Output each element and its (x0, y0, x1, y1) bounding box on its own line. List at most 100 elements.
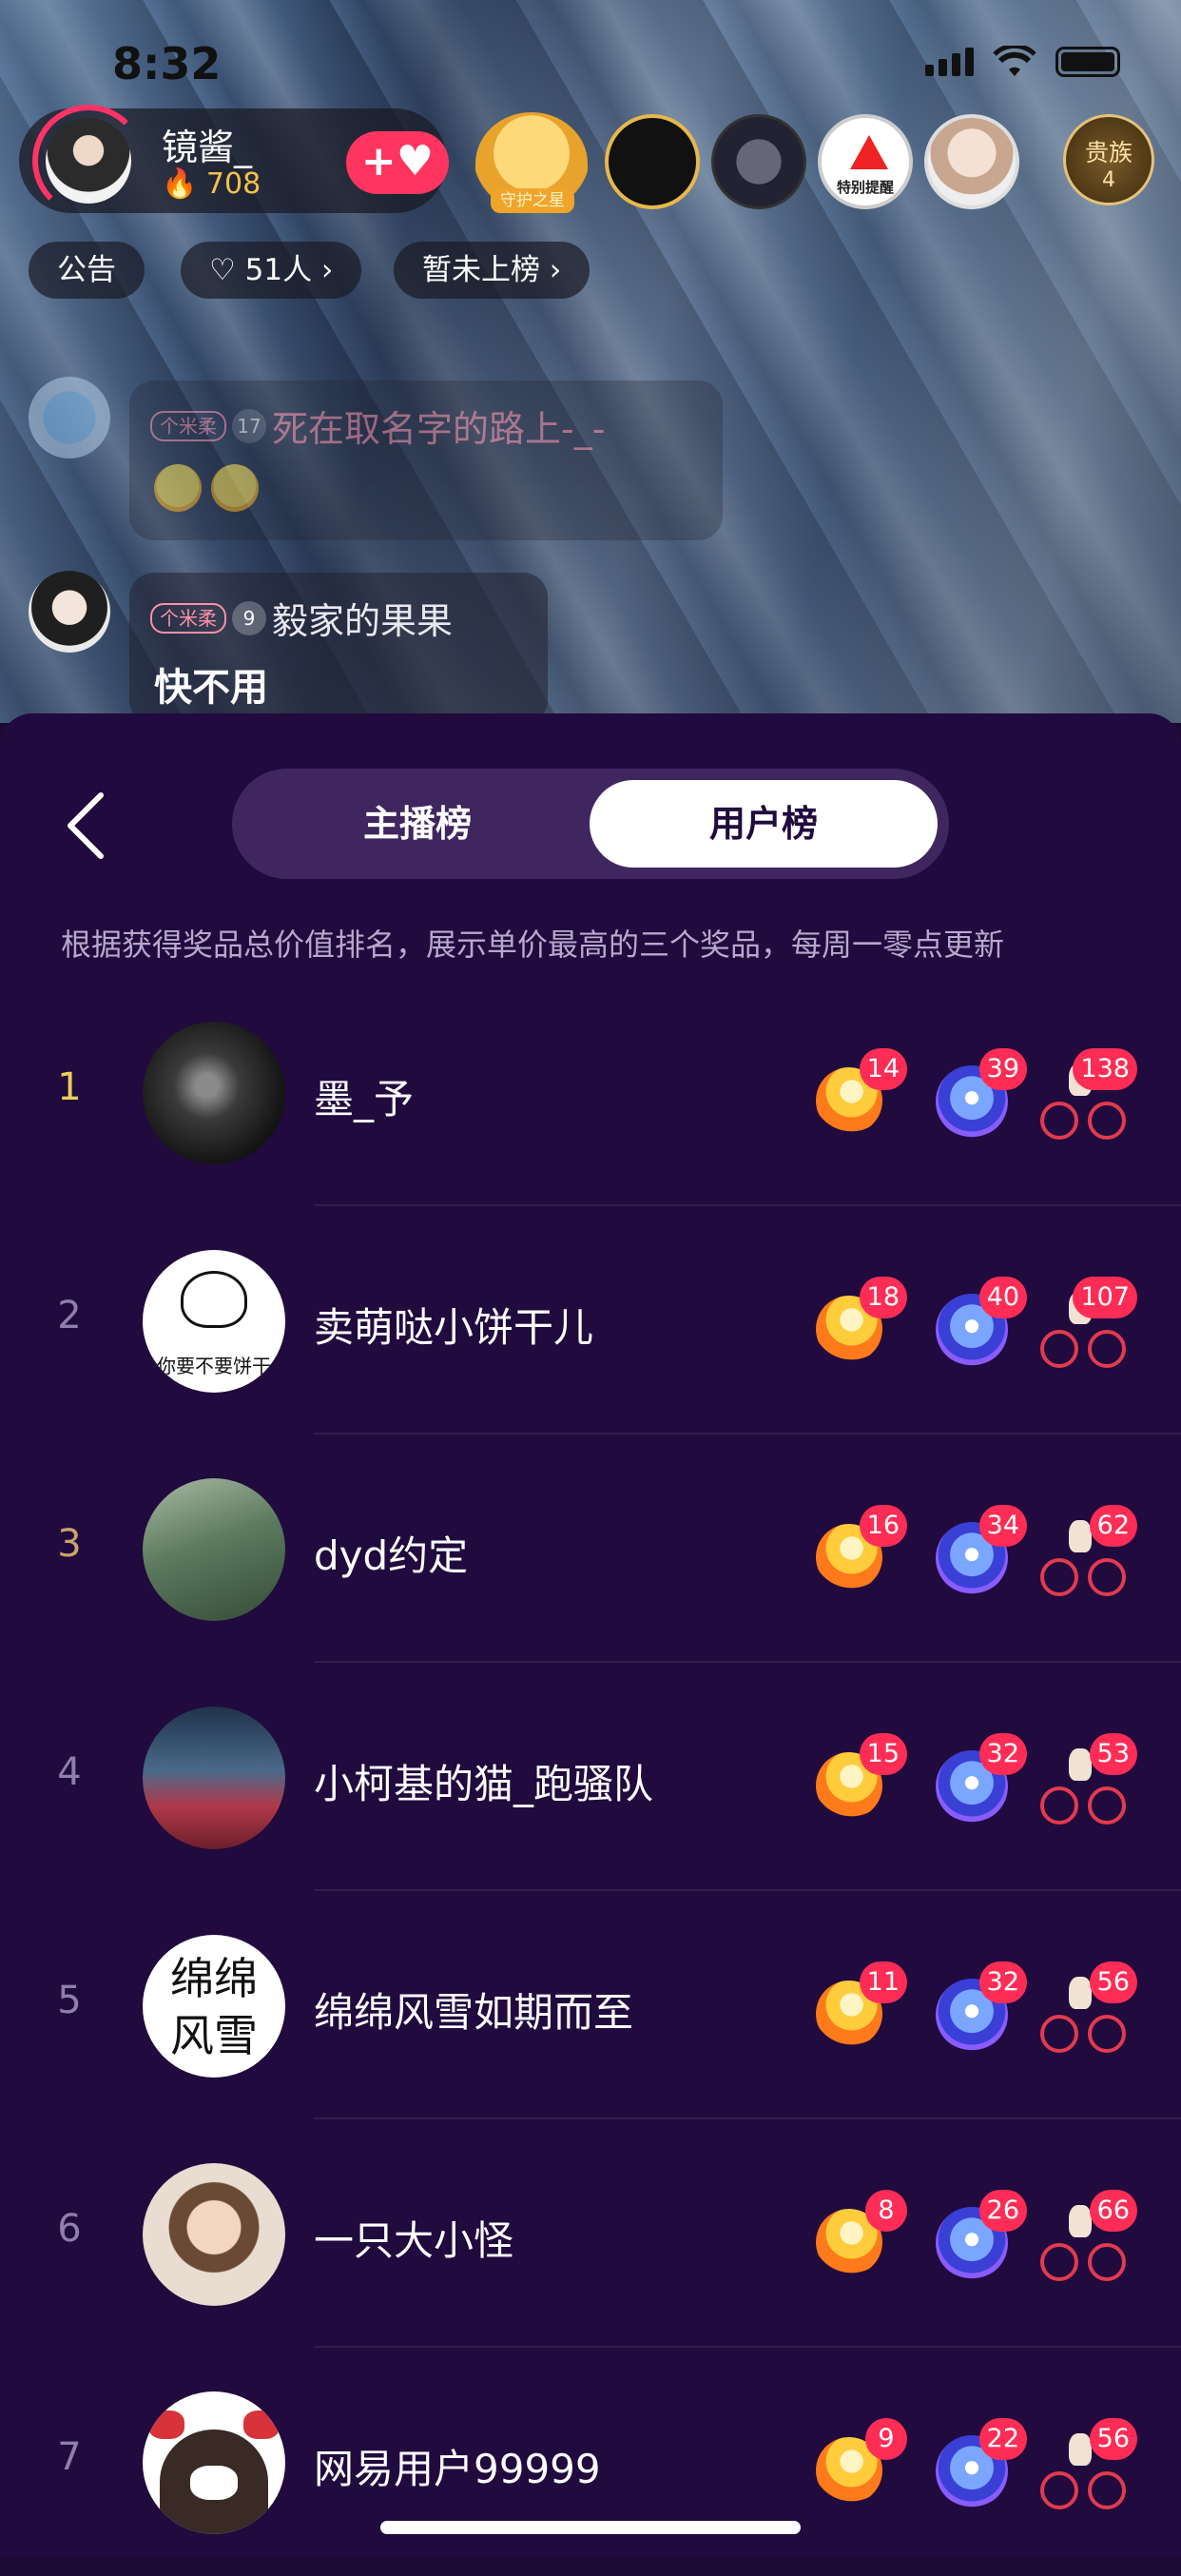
rank-number: 7 (57, 2435, 82, 2479)
gift-gem: 39 (930, 1048, 1027, 1143)
gift-count: 40 (978, 1277, 1027, 1318)
viewer-avatar-4[interactable] (924, 114, 1019, 209)
bike-icon (1040, 2205, 1126, 2281)
user-avatar[interactable] (143, 1022, 285, 1164)
rofl-emoji (211, 464, 259, 512)
user-name: 卖萌哒小饼干儿 (314, 1304, 594, 1351)
gift-rocket: 14 (803, 1048, 907, 1146)
host-avatar[interactable] (32, 105, 145, 217)
gift-rocket: 9 (803, 2418, 907, 2516)
gift-gem: 22 (930, 2418, 1027, 2513)
noble-count: 4 (1102, 168, 1115, 192)
gift-count: 138 (1073, 1048, 1137, 1090)
user-name: 网易用户99999 (314, 2446, 601, 2492)
user-avatar[interactable] (143, 2391, 285, 2534)
ranking-row[interactable]: 1 墨_予 14 39 138 (0, 978, 1181, 1206)
rank-number: 6 (57, 2207, 82, 2251)
host-info[interactable]: 镜酱_ 🔥 708 +♥ (19, 105, 449, 217)
home-indicator[interactable] (380, 2521, 801, 2534)
level-badge: 17 (232, 408, 266, 443)
gift-bike: 62 (1040, 1505, 1137, 1600)
gift-count: 16 (859, 1505, 907, 1547)
bike-icon (1040, 1064, 1126, 1140)
gift-bike: 66 (1040, 2190, 1137, 2285)
gift-rocket: 16 (803, 1505, 907, 1603)
gift-count: 56 (1089, 2418, 1137, 2460)
gift-bike: 56 (1040, 2418, 1137, 2513)
rank-status: 暂未上榜 (422, 253, 540, 287)
ranking-row[interactable]: 3 dyd约定 16 34 62 (0, 1434, 1181, 1663)
chat-avatar[interactable] (29, 571, 110, 653)
back-arrow-icon[interactable] (59, 788, 110, 864)
rank-number: 1 (57, 1065, 82, 1109)
user-name: 绵绵风雪如期而至 (314, 1989, 634, 2036)
user-name: dyd约定 (314, 1532, 469, 1579)
bike-icon (1040, 1977, 1126, 2053)
rank-chip[interactable]: 暂未上榜 › (394, 242, 590, 299)
ranking-row[interactable]: 4 小柯基的猫_跑骚队 15 32 53 (0, 1663, 1181, 1891)
ranking-description: 根据获得奖品总价值排名，展示单价最高的三个奖品，每周一零点更新 (61, 927, 1005, 963)
gift-count: 66 (1089, 2190, 1137, 2232)
warning-icon (850, 135, 888, 169)
leaderboard-tabs: 主播榜 用户榜 (232, 769, 949, 879)
avatar-caption: 绵绵风雪 (170, 1953, 258, 2061)
gift-gem: 32 (930, 1961, 1027, 2057)
gift-count: 26 (978, 2190, 1027, 2232)
flame-icon: 🔥 (162, 167, 198, 201)
viewer-avatar-1[interactable] (605, 114, 700, 209)
rank-number: 2 (57, 1294, 82, 1337)
plus-heart-icon: +♥ (360, 137, 435, 185)
viewer-avatar-3[interactable]: 特别提醒 (818, 114, 913, 209)
user-avatar[interactable]: 绵绵风雪 (143, 1935, 285, 2078)
user-name: 墨_予 (314, 1076, 415, 1122)
user-name: 小柯基的猫_跑骚队 (314, 1761, 654, 1807)
notice-chip[interactable]: 公告 (29, 242, 145, 299)
notice-label: 公告 (57, 253, 116, 287)
host-heat-value: 708 (205, 167, 261, 201)
gift-count: 11 (859, 1961, 907, 2003)
ranking-row[interactable]: 5 绵绵风雪 绵绵风雪如期而至 11 32 56 (0, 1891, 1181, 2119)
gift-count: 8 (865, 2190, 907, 2232)
user-avatar[interactable] (143, 1478, 285, 1621)
chevron-right-icon: › (320, 253, 334, 287)
fan-badge: 个米柔 (150, 602, 226, 634)
gift-count: 53 (1089, 1733, 1137, 1775)
bike-icon (1040, 1292, 1126, 1368)
chat-username[interactable]: 死在取名字的路上-_- (272, 408, 605, 450)
chat-message: 个米柔 17 死在取名字的路上-_- (129, 381, 723, 540)
user-avatar[interactable] (143, 1707, 285, 1849)
user-avatar[interactable] (143, 2163, 285, 2306)
status-bar: 8:32 (0, 34, 1181, 91)
heart-outline-icon: ♡ (209, 253, 236, 287)
chat-avatar[interactable] (29, 377, 110, 459)
gift-bike: 138 (1040, 1048, 1137, 1143)
noble-button[interactable]: 贵族 4 (1063, 114, 1154, 205)
chat-username[interactable]: 毅家的果果 (272, 600, 453, 642)
follow-button[interactable]: +♥ (346, 131, 449, 194)
ranking-row[interactable]: 2 你要不要饼干 卖萌哒小饼干儿 18 40 107 (0, 1206, 1181, 1434)
viewer-avatar-2[interactable] (711, 114, 806, 209)
tab-user-ranking[interactable]: 用户榜 (590, 780, 938, 868)
viewers-chip[interactable]: ♡ 51人 › (181, 242, 362, 299)
gift-count: 22 (978, 2418, 1027, 2460)
host-heat: 🔥 708 (162, 167, 261, 201)
signal-icon (925, 48, 974, 76)
gift-gem: 26 (930, 2190, 1027, 2285)
gift-rocket: 18 (803, 1277, 907, 1375)
avatar-caption: 你要不要饼干 (157, 1355, 271, 1377)
battery-icon (1055, 47, 1120, 77)
ranking-row[interactable]: 6 一只大小怪 8 26 66 (0, 2119, 1181, 2348)
bike-icon (1040, 2433, 1126, 2509)
gift-rocket: 8 (803, 2190, 907, 2288)
rank-number: 4 (57, 1750, 82, 1794)
warning-label: 特别提醒 (836, 179, 894, 196)
user-avatar[interactable]: 你要不要饼干 (143, 1250, 285, 1393)
gift-gem: 32 (930, 1733, 1027, 1828)
gift-count: 39 (978, 1048, 1027, 1090)
gift-rocket: 15 (803, 1733, 907, 1831)
ranking-row[interactable]: 7 网易用户99999 9 22 56 (0, 2348, 1181, 2576)
bike-icon (1040, 1748, 1126, 1825)
tab-host-ranking[interactable]: 主播榜 (243, 780, 591, 868)
user-name: 一只大小怪 (314, 2217, 514, 2264)
status-time: 8:32 (112, 38, 222, 89)
